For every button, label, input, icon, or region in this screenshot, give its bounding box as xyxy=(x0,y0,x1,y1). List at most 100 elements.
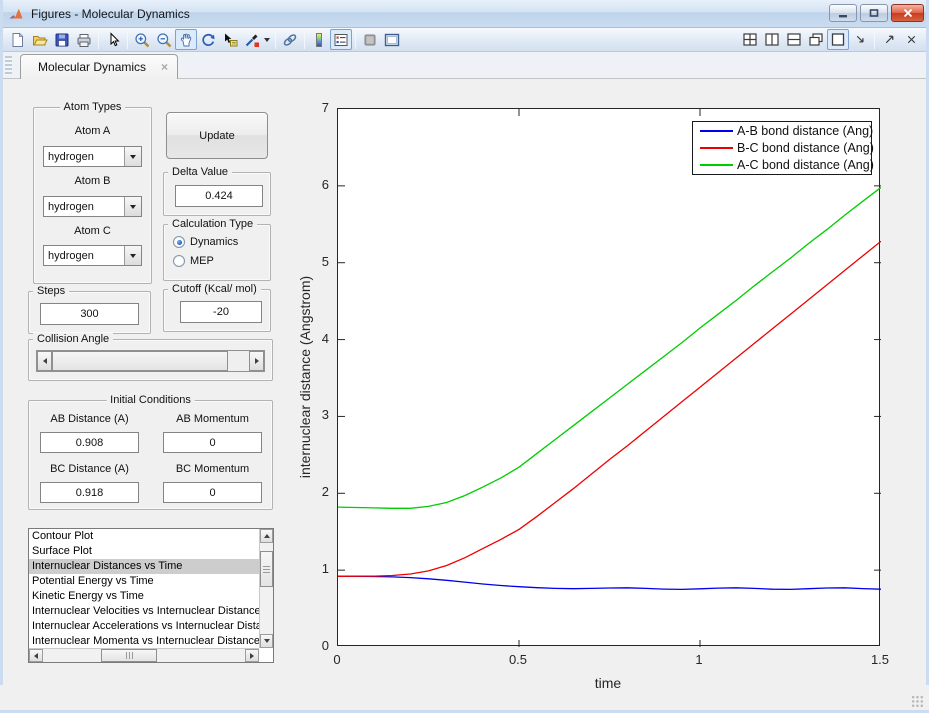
minimize-panel-button[interactable] xyxy=(849,29,871,50)
open-file-button[interactable] xyxy=(29,29,51,50)
slider-thumb[interactable] xyxy=(52,351,228,371)
new-figure-button[interactable] xyxy=(7,29,29,50)
open-folder-icon xyxy=(33,35,48,45)
rotate-3d-button[interactable] xyxy=(197,29,219,50)
close-group-button[interactable] xyxy=(900,29,922,50)
x-tick-label: 0.5 xyxy=(508,652,528,667)
tab-bar: Molecular Dynamics × xyxy=(3,52,926,79)
tabbar-grip-handle[interactable] xyxy=(5,56,12,75)
rotate-3d-icon xyxy=(202,33,215,46)
x-tick-label: 0 xyxy=(333,652,341,667)
atom-b-value: hydrogen xyxy=(48,200,94,213)
brush-icon xyxy=(245,34,259,47)
layout-grid-button[interactable] xyxy=(739,29,761,50)
show-plot-tools-button[interactable] xyxy=(381,29,403,50)
insert-legend-button[interactable] xyxy=(330,29,352,50)
zoom-out-button[interactable] xyxy=(153,29,175,50)
horizontal-scroll-thumb[interactable] xyxy=(101,649,157,662)
atom-b-dropdown-button[interactable] xyxy=(124,197,141,216)
list-item[interactable]: Internuclear Distances vs Time xyxy=(29,559,259,574)
legend-label: B-C bond distance (Ang) xyxy=(737,141,874,155)
collision-angle-slider[interactable] xyxy=(36,350,265,372)
brush-data-button[interactable] xyxy=(241,29,263,50)
layout-vertical-button[interactable] xyxy=(761,29,783,50)
zoom-in-button[interactable] xyxy=(131,29,153,50)
atom-b-dropdown[interactable]: hydrogen xyxy=(43,196,142,217)
data-cursor-icon xyxy=(225,33,238,46)
toolbar-separator xyxy=(127,30,128,49)
listbox-vertical-scrollbar[interactable] xyxy=(259,529,273,648)
steps-field[interactable] xyxy=(40,303,139,325)
list-item[interactable]: Surface Plot xyxy=(29,544,259,559)
list-item[interactable]: Contour Plot xyxy=(29,529,259,544)
legend-line-sample xyxy=(700,147,733,149)
undock-button[interactable] xyxy=(878,29,900,50)
toolbar-separator xyxy=(98,30,99,49)
delta-value-field[interactable] xyxy=(175,185,263,207)
resize-grip[interactable] xyxy=(911,695,924,708)
tab-close-icon[interactable]: × xyxy=(161,61,168,73)
tab-label: Molecular Dynamics xyxy=(38,60,147,74)
list-item[interactable]: Kinetic Energy vs Time xyxy=(29,589,259,604)
atom-a-dropdown[interactable]: hydrogen xyxy=(43,146,142,167)
scroll-up-button[interactable] xyxy=(260,529,273,543)
new-document-icon xyxy=(12,32,24,47)
cutoff-field[interactable] xyxy=(180,301,262,323)
scroll-down-button[interactable] xyxy=(260,634,273,648)
bc-distance-field[interactable] xyxy=(40,482,139,503)
layout-single-icon xyxy=(831,33,845,46)
list-item[interactable]: Potential Energy vs Time xyxy=(29,574,259,589)
plot-legend[interactable]: A-B bond distance (Ang) B-C bond distance… xyxy=(692,121,874,175)
dynamics-radio[interactable] xyxy=(173,236,185,248)
atom-a-label: Atom A xyxy=(74,125,111,137)
update-button[interactable]: Update xyxy=(166,112,268,159)
atom-a-dropdown-button[interactable] xyxy=(124,147,141,166)
arrow-right-icon xyxy=(254,358,259,364)
list-item[interactable]: Internuclear Velocities vs Internuclear … xyxy=(29,604,259,619)
layout-float-button[interactable] xyxy=(805,29,827,50)
x-tick-label: 1.5 xyxy=(870,652,890,667)
colorbar-icon xyxy=(316,32,322,47)
scroll-left-button[interactable] xyxy=(29,649,43,662)
link-chain-icon xyxy=(283,33,297,46)
save-figure-button[interactable] xyxy=(51,29,73,50)
pan-button[interactable] xyxy=(175,29,197,50)
ab-momentum-field[interactable] xyxy=(163,432,262,453)
minimize-button[interactable] xyxy=(829,4,857,22)
title-bar[interactable]: Figures - Molecular Dynamics xyxy=(0,0,929,28)
listbox-horizontal-scrollbar[interactable] xyxy=(29,648,259,662)
print-figure-button[interactable] xyxy=(73,29,95,50)
hide-plot-tools-button[interactable] xyxy=(359,29,381,50)
initial-conditions-group-title: Initial Conditions xyxy=(106,394,195,406)
bc-momentum-field[interactable] xyxy=(163,482,262,503)
insert-colorbar-button[interactable] xyxy=(308,29,330,50)
slider-right-arrow-button[interactable] xyxy=(249,351,264,371)
atom-c-value: hydrogen xyxy=(48,249,94,262)
legend-icon xyxy=(334,33,348,46)
series-line xyxy=(338,575,881,591)
zoom-in-icon xyxy=(135,32,150,47)
layout-float-icon xyxy=(809,33,823,46)
atom-c-dropdown-button[interactable] xyxy=(124,246,141,265)
restore-button[interactable] xyxy=(860,4,888,22)
layout-horizontal-button[interactable] xyxy=(783,29,805,50)
mep-radio[interactable] xyxy=(173,255,185,267)
layout-single-button[interactable] xyxy=(827,29,849,50)
data-cursor-button[interactable] xyxy=(219,29,241,50)
list-item[interactable]: Internuclear Momenta vs Internuclear Dis… xyxy=(29,634,259,648)
delta-value-group-title: Delta Value xyxy=(168,166,233,178)
tab-molecular-dynamics[interactable]: Molecular Dynamics × xyxy=(20,54,178,79)
printer-icon xyxy=(77,33,91,47)
scroll-right-button[interactable] xyxy=(245,649,259,662)
link-plot-button[interactable] xyxy=(279,29,301,50)
brush-dropdown-caret-icon[interactable] xyxy=(264,37,270,42)
atom-c-dropdown[interactable]: hydrogen xyxy=(43,245,142,266)
close-button[interactable] xyxy=(891,4,924,22)
vertical-scroll-thumb[interactable] xyxy=(260,551,273,587)
axes-plot-area[interactable] xyxy=(337,108,881,647)
slider-left-arrow-button[interactable] xyxy=(37,351,52,371)
ab-distance-field[interactable] xyxy=(40,432,139,453)
edit-plot-button[interactable] xyxy=(102,29,124,50)
list-item[interactable]: Internuclear Accelerations vs Internucle… xyxy=(29,619,259,634)
atom-c-label: Atom C xyxy=(74,225,111,237)
